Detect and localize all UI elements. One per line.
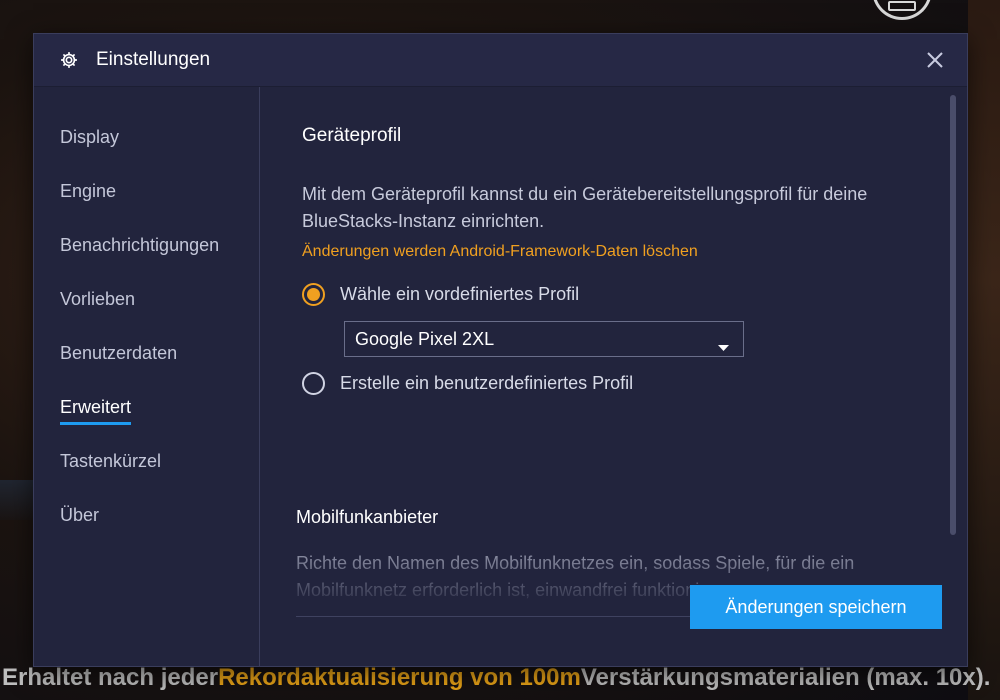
sidebar-item-engine[interactable]: Engine [34, 181, 259, 235]
framework-warning: Änderungen werden Android-Framework-Date… [302, 243, 698, 260]
sidebar-item-label: Benutzerdaten [60, 343, 178, 363]
radio-custom-label: Erstelle ein benutzerdefiniertes Profil [340, 373, 634, 393]
sidebar-item-label: Display [60, 127, 120, 147]
sidebar-item-label: Engine [60, 181, 117, 201]
settings-sidebar: Display Engine Benachrichtigungen Vorlie… [34, 87, 260, 667]
sidebar-item-label: Vorlieben [60, 289, 136, 309]
dialog-titlebar: Einstellungen [34, 34, 967, 87]
sidebar-item-notifications[interactable]: Benachrichtigungen [34, 235, 259, 289]
sidebar-item-label: Über [60, 505, 100, 525]
device-profile-title: Geräteprofil [302, 125, 402, 146]
close-icon[interactable] [923, 48, 947, 72]
dialog-title: Einstellungen [96, 49, 211, 70]
carrier-input-underline[interactable] [296, 616, 696, 617]
content-scrollbar[interactable] [950, 95, 956, 535]
sidebar-item-label: Erweitert [60, 397, 132, 425]
device-profile-description: Mit dem Geräteprofil kannst du ein Gerät… [302, 184, 868, 231]
sidebar-item-advanced[interactable]: Erweitert [34, 397, 259, 451]
banner-text-part: Erhaltet nach jeder [2, 663, 219, 691]
settings-dialog: Einstellungen Display Engine Benachricht… [33, 33, 968, 667]
banner-text-part: Verstärkungsmaterialien (max. 10x). [580, 663, 991, 691]
settings-content: Geräteprofil Mit dem Geräteprofil kannst… [260, 87, 967, 667]
save-changes-button[interactable]: Änderungen speichern [690, 585, 942, 629]
sidebar-item-display[interactable]: Display [34, 127, 259, 181]
gear-icon [58, 49, 80, 71]
radio-predefined-profile[interactable]: Wähle ein vordefiniertes Profil [302, 283, 967, 306]
sidebar-item-shortcuts[interactable]: Tastenkürzel [34, 451, 259, 505]
game-background-edge [968, 0, 1000, 700]
sidebar-item-label: Benachrichtigungen [60, 235, 220, 255]
chevron-down-icon [718, 336, 729, 357]
sidebar-item-about[interactable]: Über [34, 505, 259, 559]
banner-text-part: Rekordaktualisierung von 100m [218, 663, 581, 691]
radio-predefined-label: Wähle ein vordefiniertes Profil [340, 284, 580, 304]
profile-select[interactable]: Google Pixel 2XL [344, 321, 744, 357]
sidebar-item-label: Tastenkürzel [60, 451, 162, 471]
keyboard-icon[interactable] [872, 0, 932, 20]
radio-checked-icon[interactable] [302, 283, 325, 306]
carrier-title: Mobilfunkanbieter [296, 507, 439, 527]
sidebar-item-user-data[interactable]: Benutzerdaten [34, 343, 259, 397]
sidebar-item-preferences[interactable]: Vorlieben [34, 289, 259, 343]
radio-unchecked-icon[interactable] [302, 372, 325, 395]
radio-custom-profile[interactable]: Erstelle ein benutzerdefiniertes Profil [302, 372, 967, 395]
profile-select-value: Google Pixel 2XL [355, 328, 495, 349]
